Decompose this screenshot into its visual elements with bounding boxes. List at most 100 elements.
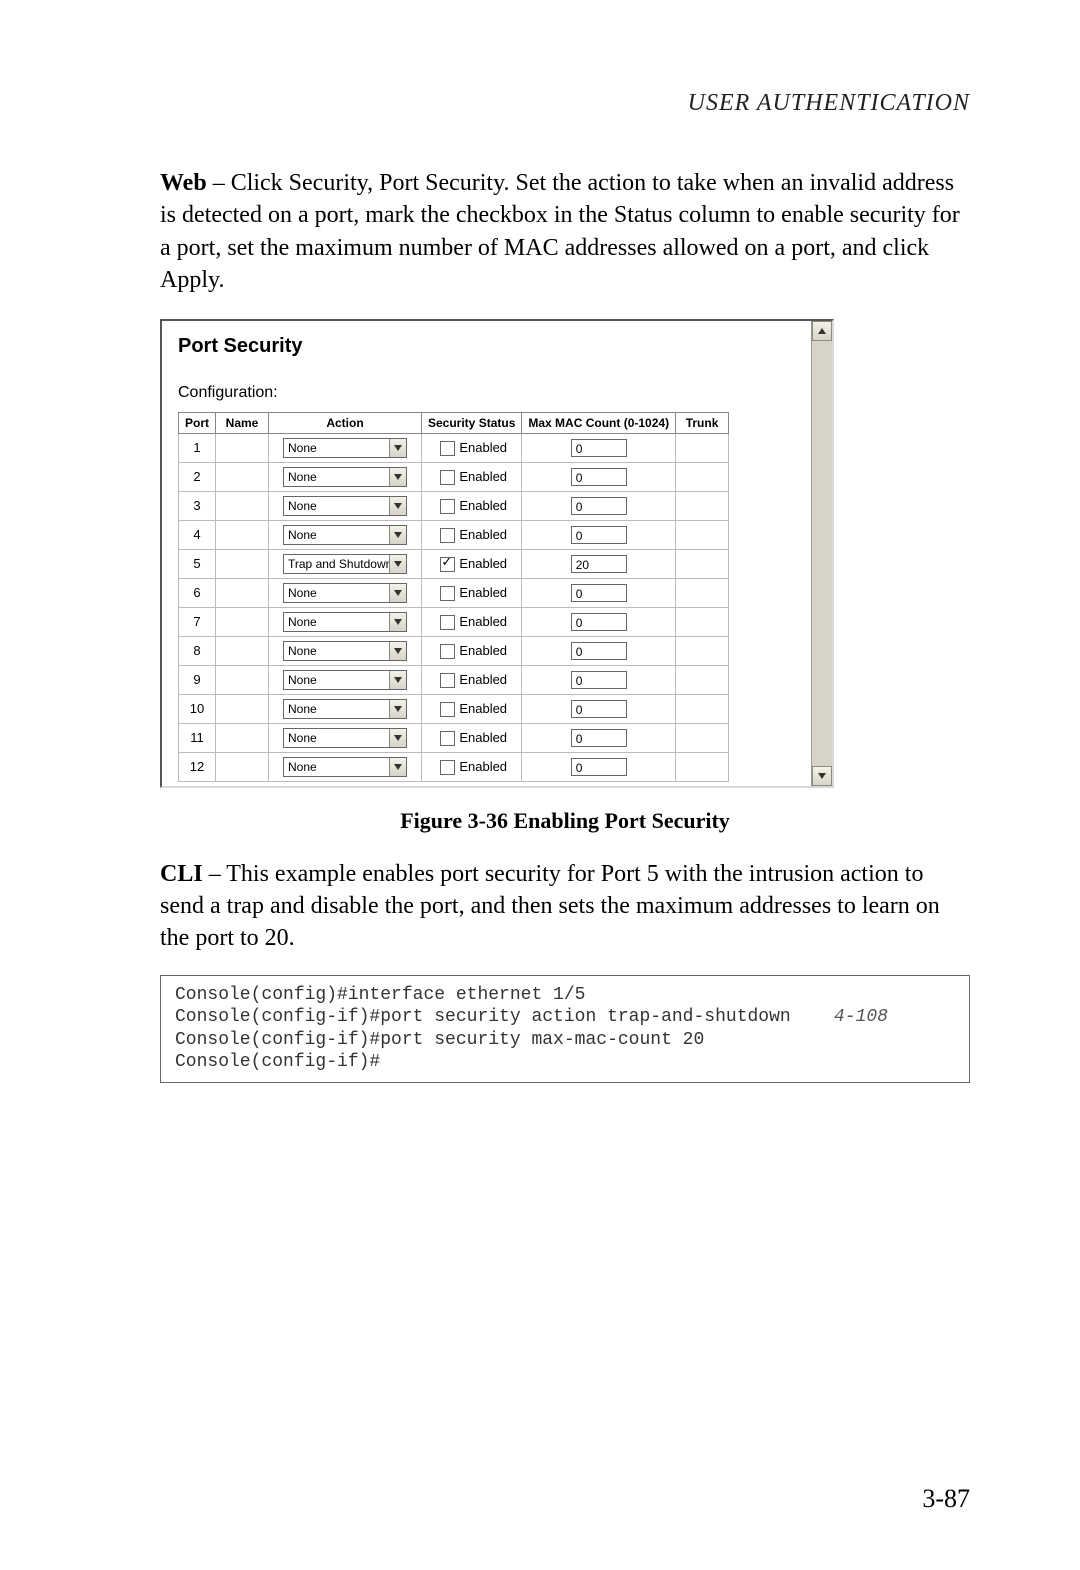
action-select-value: None — [284, 441, 389, 455]
action-cell: Trap and Shutdown — [269, 549, 422, 578]
status-cell: Enabled — [422, 520, 522, 549]
action-select[interactable]: None — [283, 757, 407, 777]
status-checkbox[interactable] — [440, 586, 455, 601]
name-cell — [216, 433, 269, 462]
trunk-cell — [676, 752, 729, 781]
trunk-cell — [676, 607, 729, 636]
status-checkbox[interactable] — [440, 760, 455, 775]
maxmac-cell: 0 — [522, 578, 676, 607]
port-cell: 4 — [179, 520, 216, 549]
chevron-down-icon[interactable] — [389, 700, 406, 718]
status-label: Enabled — [459, 730, 507, 745]
action-cell: None — [269, 636, 422, 665]
maxmac-cell: 0 — [522, 520, 676, 549]
chevron-down-icon[interactable] — [389, 729, 406, 747]
action-cell: None — [269, 723, 422, 752]
status-checkbox[interactable] — [440, 499, 455, 514]
scrollbar[interactable] — [811, 321, 832, 786]
action-select[interactable]: None — [283, 699, 407, 719]
action-cell: None — [269, 462, 422, 491]
action-select[interactable]: Trap and Shutdown — [283, 554, 407, 574]
action-select[interactable]: None — [283, 583, 407, 603]
maxmac-cell: 0 — [522, 491, 676, 520]
maxmac-input[interactable]: 0 — [571, 468, 627, 486]
col-port: Port — [179, 412, 216, 433]
configuration-label: Configuration: — [178, 384, 801, 402]
web-lead: Web — [160, 170, 207, 196]
chevron-down-icon[interactable] — [389, 468, 406, 486]
status-checkbox[interactable] — [440, 673, 455, 688]
maxmac-input[interactable]: 0 — [571, 497, 627, 515]
action-select-value: None — [284, 615, 389, 629]
chevron-down-icon[interactable] — [389, 555, 406, 573]
maxmac-input[interactable]: 0 — [571, 439, 627, 457]
action-select[interactable]: None — [283, 525, 407, 545]
chevron-down-icon[interactable] — [389, 584, 406, 602]
trunk-cell — [676, 462, 729, 491]
chevron-down-icon[interactable] — [389, 642, 406, 660]
action-select-value: None — [284, 760, 389, 774]
table-row: 9 None Enabled 0 — [179, 665, 729, 694]
action-cell: None — [269, 665, 422, 694]
action-select[interactable]: None — [283, 641, 407, 661]
status-checkbox[interactable] — [440, 528, 455, 543]
action-cell: None — [269, 752, 422, 781]
maxmac-input[interactable]: 0 — [571, 613, 627, 631]
scroll-down-button[interactable] — [812, 766, 832, 786]
chevron-down-icon[interactable] — [389, 671, 406, 689]
maxmac-input[interactable]: 0 — [571, 758, 627, 776]
action-select-value: None — [284, 499, 389, 513]
action-select[interactable]: None — [283, 612, 407, 632]
action-select-value: None — [284, 586, 389, 600]
maxmac-cell: 0 — [522, 462, 676, 491]
status-cell: Enabled — [422, 462, 522, 491]
maxmac-input[interactable]: 0 — [571, 642, 627, 660]
status-cell: Enabled — [422, 433, 522, 462]
chevron-down-icon[interactable] — [389, 526, 406, 544]
port-cell: 9 — [179, 665, 216, 694]
maxmac-input[interactable]: 0 — [571, 729, 627, 747]
status-checkbox[interactable] — [440, 644, 455, 659]
port-cell: 5 — [179, 549, 216, 578]
status-checkbox[interactable] — [440, 557, 455, 572]
col-status: Security Status — [422, 412, 522, 433]
status-cell: Enabled — [422, 752, 522, 781]
status-label: Enabled — [459, 701, 507, 716]
maxmac-input[interactable]: 20 — [571, 555, 627, 573]
maxmac-cell: 0 — [522, 694, 676, 723]
status-checkbox[interactable] — [440, 470, 455, 485]
status-label: Enabled — [459, 498, 507, 513]
chevron-down-icon[interactable] — [389, 613, 406, 631]
trunk-cell — [676, 694, 729, 723]
status-cell: Enabled — [422, 491, 522, 520]
maxmac-input[interactable]: 0 — [571, 700, 627, 718]
chevron-down-icon[interactable] — [389, 439, 406, 457]
status-label: Enabled — [459, 759, 507, 774]
action-cell: None — [269, 607, 422, 636]
action-select[interactable]: None — [283, 467, 407, 487]
scrollbar-track[interactable] — [812, 341, 832, 766]
table-row: 5Trap and ShutdownEnabled20 — [179, 549, 729, 578]
action-select[interactable]: None — [283, 728, 407, 748]
maxmac-input[interactable]: 0 — [571, 584, 627, 602]
action-select[interactable]: None — [283, 438, 407, 458]
action-select[interactable]: None — [283, 496, 407, 516]
status-checkbox[interactable] — [440, 702, 455, 717]
status-checkbox[interactable] — [440, 615, 455, 630]
figure-caption: Figure 3-36 Enabling Port Security — [160, 808, 970, 834]
maxmac-input[interactable]: 0 — [571, 671, 627, 689]
status-cell: Enabled — [422, 665, 522, 694]
cli-line-1: Console(config)#interface ethernet 1/5 — [175, 985, 585, 1005]
status-checkbox[interactable] — [440, 441, 455, 456]
maxmac-cell: 0 — [522, 636, 676, 665]
port-cell: 11 — [179, 723, 216, 752]
chevron-down-icon[interactable] — [389, 758, 406, 776]
scroll-up-button[interactable] — [812, 321, 832, 341]
name-cell — [216, 694, 269, 723]
table-row: 11 None Enabled 0 — [179, 723, 729, 752]
action-select[interactable]: None — [283, 670, 407, 690]
port-cell: 12 — [179, 752, 216, 781]
status-checkbox[interactable] — [440, 731, 455, 746]
chevron-down-icon[interactable] — [389, 497, 406, 515]
maxmac-input[interactable]: 0 — [571, 526, 627, 544]
